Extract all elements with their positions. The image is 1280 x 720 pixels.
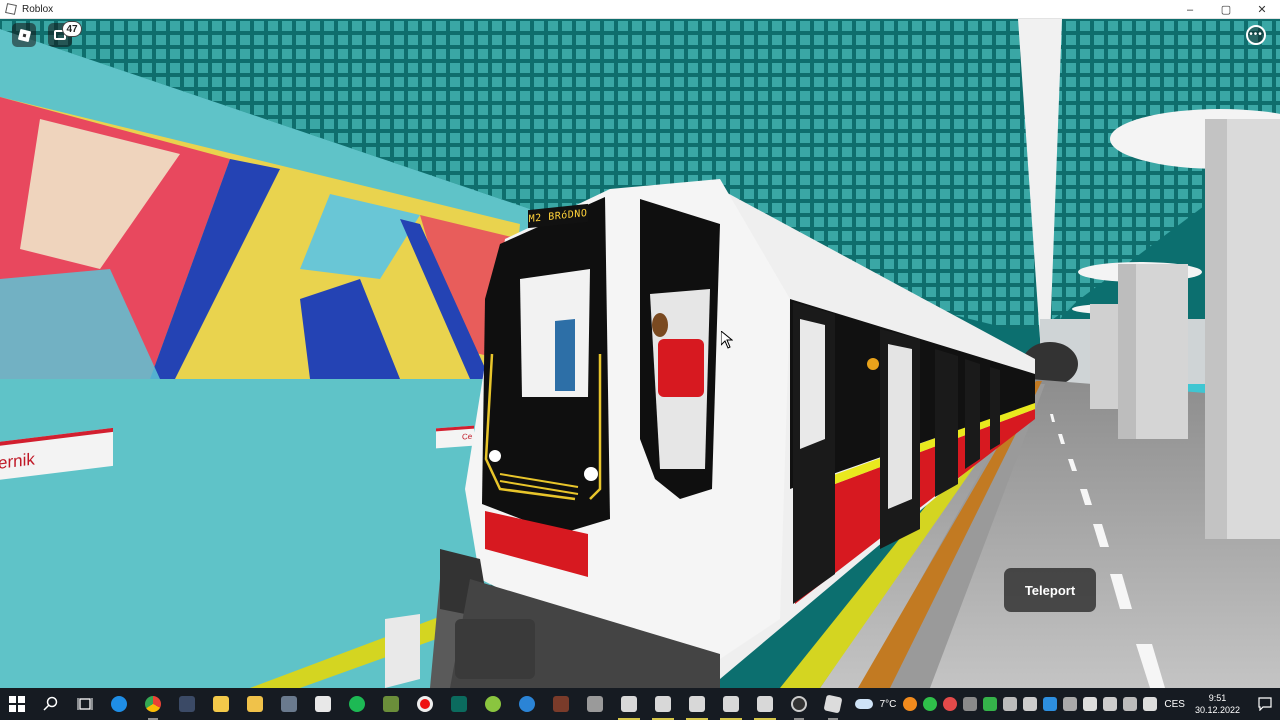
window-title: Roblox bbox=[22, 3, 54, 15]
tray-app-icon[interactable] bbox=[903, 697, 918, 711]
app-icon bbox=[553, 696, 569, 712]
roblox-logo-icon bbox=[17, 28, 31, 42]
spotify-icon bbox=[349, 696, 365, 712]
roblox-icon bbox=[5, 3, 17, 15]
app-icon bbox=[485, 696, 501, 712]
taskbar-app-generic-2[interactable] bbox=[476, 688, 510, 720]
pillar bbox=[1090, 304, 1118, 409]
metro-logo bbox=[867, 358, 879, 370]
weather-temperature[interactable]: 7°C bbox=[880, 699, 897, 710]
tray-app-icon[interactable] bbox=[963, 697, 978, 711]
taskbar-app-chrome[interactable] bbox=[136, 688, 170, 720]
tray-app-icon[interactable] bbox=[1043, 697, 1058, 711]
more-options-button[interactable]: ••• bbox=[1246, 25, 1266, 45]
task-view-button[interactable] bbox=[68, 688, 102, 720]
folder-icon bbox=[247, 696, 263, 712]
app-icon bbox=[791, 696, 807, 712]
chrome-icon bbox=[145, 696, 161, 712]
headlight-left bbox=[489, 450, 501, 462]
clock-date: 30.12.2022 bbox=[1194, 705, 1240, 715]
app-icon bbox=[451, 696, 467, 712]
tray-app-icon[interactable] bbox=[923, 697, 938, 711]
search-button[interactable] bbox=[34, 688, 68, 720]
station-name-sign-small: Ce bbox=[436, 425, 474, 449]
roblox-icon bbox=[823, 694, 843, 714]
windows-taskbar: 7°C CES 9:51 30.12.2022 bbox=[0, 688, 1280, 720]
input-language[interactable]: CES bbox=[1164, 699, 1185, 710]
calculator-icon bbox=[281, 696, 297, 712]
app-icon bbox=[587, 696, 603, 712]
maximize-button[interactable]: ▢ bbox=[1208, 0, 1244, 19]
weather-cloud-icon[interactable] bbox=[854, 699, 873, 709]
train-app-icon bbox=[723, 696, 739, 712]
taskbar-app-folder[interactable] bbox=[204, 688, 238, 720]
taskbar-app-train-2[interactable] bbox=[646, 688, 680, 720]
window-controls: – ▢ ✕ bbox=[1172, 0, 1280, 18]
start-icon bbox=[9, 696, 25, 712]
taskbar-app-calc[interactable] bbox=[272, 688, 306, 720]
system-clock[interactable]: 9:51 30.12.2022 bbox=[1195, 692, 1240, 716]
window-titlebar: Roblox – ▢ ✕ bbox=[0, 0, 1280, 19]
train-app-icon bbox=[655, 696, 671, 712]
teleport-button[interactable]: Teleport bbox=[1004, 568, 1096, 612]
taskbar-app-store[interactable] bbox=[306, 688, 340, 720]
taskbar-app-train-4[interactable] bbox=[714, 688, 748, 720]
chat-unread-badge: 47 bbox=[62, 21, 82, 37]
volume-icon[interactable] bbox=[1143, 697, 1158, 711]
mouse-cursor-icon bbox=[721, 331, 733, 349]
taskbar-app-roblox[interactable] bbox=[816, 688, 850, 720]
taskbar-app-edge[interactable] bbox=[102, 688, 136, 720]
taskbar-app-spotify[interactable] bbox=[340, 688, 374, 720]
clock-time: 9:51 bbox=[1208, 693, 1227, 703]
taskbar-app-minecraft[interactable] bbox=[374, 688, 408, 720]
tray-app-icon[interactable] bbox=[1003, 697, 1018, 711]
taskbar-app-generic-6[interactable] bbox=[782, 688, 816, 720]
search-icon bbox=[43, 696, 58, 711]
battery-icon[interactable] bbox=[1103, 697, 1118, 711]
taskbar-app-generic-3[interactable] bbox=[510, 688, 544, 720]
driver-avatar bbox=[658, 339, 704, 397]
system-tray: 7°C CES 9:51 30.12.2022 bbox=[852, 688, 1280, 720]
tray-app-icon[interactable] bbox=[983, 697, 998, 711]
taskbar-app-train-3[interactable] bbox=[680, 688, 714, 720]
record-icon bbox=[417, 696, 433, 712]
train-app-icon bbox=[689, 696, 705, 712]
taskbar-app-train-5[interactable] bbox=[748, 688, 782, 720]
microphone-icon[interactable] bbox=[1123, 697, 1138, 711]
taskbar-app-generic-1[interactable] bbox=[442, 688, 476, 720]
taskbar-app-folder-2[interactable] bbox=[238, 688, 272, 720]
minimize-button[interactable]: – bbox=[1172, 0, 1208, 19]
task-view-icon bbox=[77, 698, 93, 710]
edge-icon bbox=[111, 696, 127, 712]
game-viewport[interactable]: ernik Ce M2 BRóDNO 47 ••• Teleport bbox=[0, 19, 1280, 688]
notification-button[interactable] bbox=[1250, 688, 1280, 720]
calculator-icon bbox=[179, 696, 195, 712]
start-button[interactable] bbox=[0, 688, 34, 720]
minecraft-icon bbox=[383, 696, 399, 712]
tray-app-icon[interactable] bbox=[943, 697, 958, 711]
train-app-icon bbox=[757, 696, 773, 712]
app-icon bbox=[519, 696, 535, 712]
notification-icon bbox=[1258, 697, 1272, 711]
taskbar-app-calculator[interactable] bbox=[170, 688, 204, 720]
network-icon[interactable] bbox=[1083, 697, 1098, 711]
taskbar-app-generic-5[interactable] bbox=[578, 688, 612, 720]
roblox-menu-button[interactable] bbox=[12, 23, 36, 47]
taskbar-app-train-1[interactable] bbox=[612, 688, 646, 720]
tray-app-icon[interactable] bbox=[1063, 697, 1078, 711]
taskbar-app-generic-4[interactable] bbox=[544, 688, 578, 720]
close-button[interactable]: ✕ bbox=[1244, 0, 1280, 19]
folder-icon bbox=[213, 696, 229, 712]
train-app-icon bbox=[621, 696, 637, 712]
store-icon bbox=[315, 696, 331, 712]
headlight-right bbox=[584, 467, 598, 481]
tray-app-icon[interactable] bbox=[1023, 697, 1038, 711]
taskbar-app-recorder[interactable] bbox=[408, 688, 442, 720]
